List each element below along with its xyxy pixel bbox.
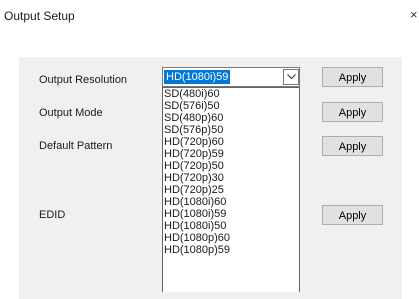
resolution-option[interactable]: HD(720p)30	[163, 172, 299, 184]
resolution-option[interactable]: SD(480p)60	[163, 112, 299, 124]
window-title: Output Setup	[4, 9, 75, 23]
edid-label: EDID	[39, 209, 66, 221]
apply-edid-button[interactable]: Apply	[322, 205, 383, 225]
apply-default-pattern-button[interactable]: Apply	[322, 136, 383, 156]
resolution-option[interactable]: SD(576p)50	[163, 124, 299, 136]
close-icon[interactable]: ×	[410, 7, 419, 22]
selected-resolution: HD(1080i)59	[164, 70, 231, 84]
resolution-option[interactable]: HD(720p)59	[163, 148, 299, 160]
resolution-option[interactable]: SD(576i)50	[163, 100, 299, 112]
resolution-option[interactable]: HD(720p)25	[163, 184, 299, 196]
resolution-option[interactable]: HD(720p)60	[163, 136, 299, 148]
chevron-down-icon[interactable]	[283, 69, 299, 85]
resolution-option[interactable]: HD(1080i)60	[163, 196, 299, 208]
resolution-dropdown-list[interactable]: SD(480i)60 SD(576i)50 SD(480p)60 SD(576p)50…	[162, 87, 300, 292]
resolution-option[interactable]: HD(1080i)50	[163, 220, 299, 232]
apply-output-mode-button[interactable]: Apply	[322, 102, 383, 122]
resolution-option[interactable]: HD(1080p)59	[163, 244, 299, 256]
output-resolution-label: Output Resolution	[39, 74, 128, 86]
default-pattern-label: Default Pattern	[39, 140, 113, 152]
resolution-option[interactable]: HD(1080i)59	[163, 208, 299, 220]
output-mode-label: Output Mode	[39, 107, 103, 119]
resolution-option[interactable]: HD(720p)50	[163, 160, 299, 172]
output-resolution-select[interactable]: HD(1080i)59	[162, 67, 300, 87]
apply-resolution-button[interactable]: Apply	[322, 67, 383, 87]
resolution-option[interactable]: SD(480i)60	[163, 88, 299, 100]
resolution-option[interactable]: HD(1080p)60	[163, 232, 299, 244]
